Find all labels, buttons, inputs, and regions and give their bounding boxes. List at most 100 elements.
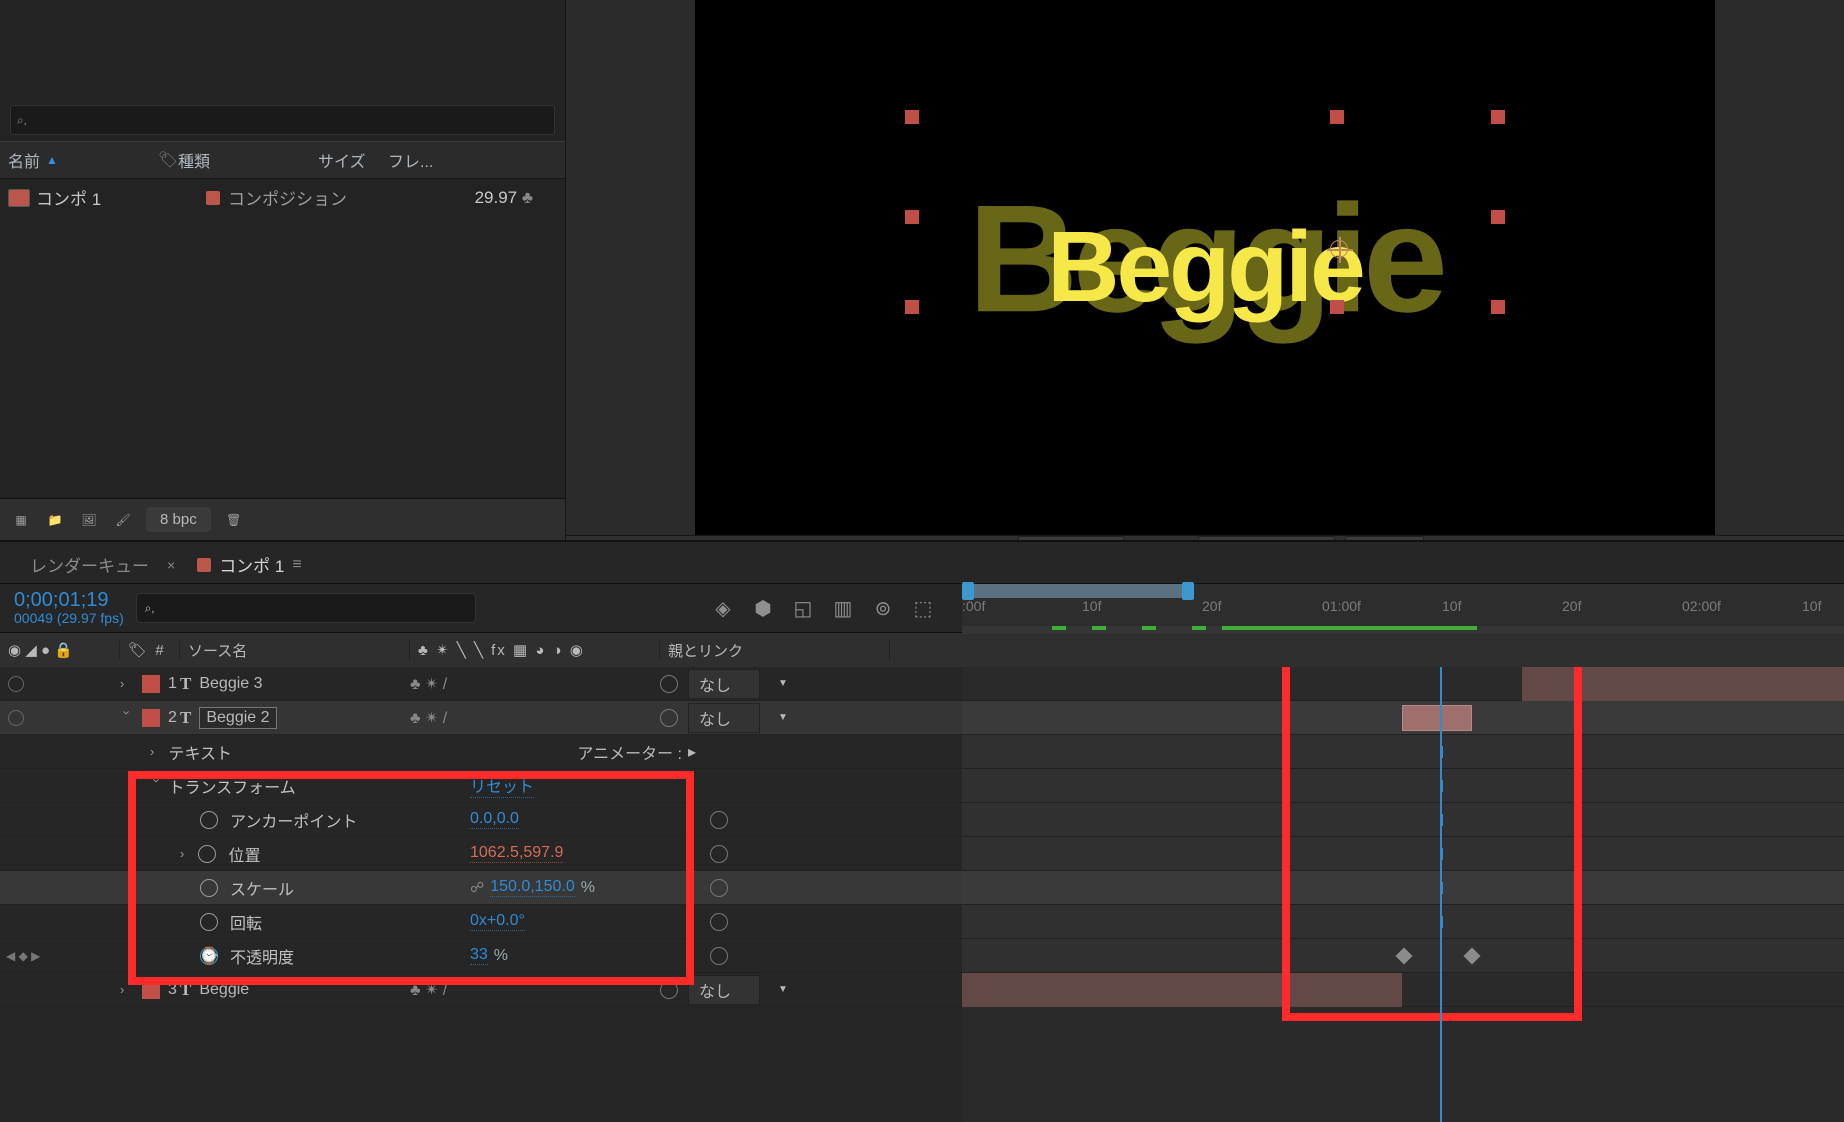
track-scale[interactable] [962, 871, 1844, 905]
keyframe[interactable] [1396, 948, 1413, 965]
track-opacity[interactable] [962, 939, 1844, 973]
frame-blend-icon[interactable]: ▥ [830, 595, 856, 621]
eye-icon[interactable] [8, 710, 24, 726]
prop-rotation[interactable]: 回転 0x+0.0° [0, 905, 962, 939]
track-text[interactable] [962, 735, 1844, 769]
reset-button[interactable]: リセット [470, 773, 534, 798]
handle-mr[interactable] [1491, 210, 1505, 224]
track-layer-2[interactable] [962, 701, 1844, 735]
col-type[interactable]: 種類 [178, 148, 318, 172]
eye-icon[interactable] [8, 676, 24, 692]
track-transform[interactable] [962, 769, 1844, 803]
col-framerate[interactable]: フレ... [388, 148, 557, 172]
pickwhip-icon[interactable] [660, 675, 678, 693]
track-area[interactable]: ➤ [962, 667, 1844, 1122]
pickwhip-icon[interactable] [710, 811, 728, 829]
project-search[interactable]: ⌕‚ [10, 105, 555, 135]
handle-tl[interactable] [905, 110, 919, 124]
position-value[interactable]: 1062.5,597.9 [470, 844, 563, 863]
stopwatch-icon[interactable] [198, 845, 216, 863]
layer-color-chip[interactable] [142, 675, 160, 693]
prop-transform-group[interactable]: › トランスフォーム リセット [0, 769, 962, 803]
keyframe-nav[interactable]: ◀ ◆ ▶ [6, 949, 40, 963]
twirl-icon[interactable]: › [180, 846, 194, 861]
prop-scale[interactable]: スケール ☍150.0,150.0% [0, 871, 962, 905]
trash-icon[interactable]: 🗑 [223, 509, 245, 531]
stopwatch-icon[interactable] [200, 811, 218, 829]
track-rotation[interactable] [962, 905, 1844, 939]
new-comp-icon[interactable]: 🖼 [78, 509, 100, 531]
parent-dropdown[interactable]: なし [688, 669, 760, 699]
timeline-search[interactable]: ⌕‚ [136, 593, 476, 623]
layer-color-chip[interactable] [142, 709, 160, 727]
layer-3[interactable]: ›3 TBeggie ♣ ✴ / なし▼ [0, 973, 962, 1007]
pickwhip-icon[interactable] [660, 981, 678, 999]
layer-name-input[interactable]: Beggie 2 [199, 707, 276, 729]
stopwatch-icon[interactable] [200, 879, 218, 897]
tab-render-queue[interactable]: レンダーキュー [30, 552, 149, 577]
prop-position[interactable]: › 位置 1062.5,597.9 [0, 837, 962, 871]
tab-comp[interactable]: コンポ 1 ≡ [197, 552, 302, 577]
handle-tr[interactable] [1491, 110, 1505, 124]
track-layer-3[interactable] [962, 973, 1844, 1007]
opacity-value[interactable]: 33 [470, 946, 488, 965]
parent-dropdown[interactable]: なし [688, 975, 760, 1005]
col-av[interactable]: ◉ ◢ ● 🔒 [0, 641, 120, 659]
motion-blur-icon[interactable]: ⊚ [870, 595, 896, 621]
twirl-icon[interactable]: › [120, 711, 135, 725]
clip[interactable] [962, 973, 1402, 1007]
viewer-canvas[interactable]: Beggie Beggie [566, 0, 1844, 535]
pickwhip-icon[interactable] [710, 947, 728, 965]
handle-ml[interactable] [905, 210, 919, 224]
col-switches[interactable]: ♣ ✴ ╲ ╲ fx ▦ ◕ ◑ ◉ [410, 641, 660, 659]
parent-dropdown[interactable]: なし [688, 703, 760, 733]
col-name[interactable]: 名前 ▲ 🏷 [8, 148, 178, 172]
draft3d-icon[interactable]: ⬢ [750, 595, 776, 621]
prop-opacity[interactable]: ◀ ◆ ▶ ⌚不透明度 33% [0, 939, 962, 973]
keyframe[interactable] [1464, 948, 1481, 965]
clip[interactable] [1522, 667, 1844, 701]
comp-mini-icon[interactable]: ◈ [710, 595, 736, 621]
hide-shy-icon[interactable]: ◱ [790, 595, 816, 621]
pickwhip-icon[interactable] [710, 845, 728, 863]
tab-menu-icon[interactable]: ≡ [292, 556, 301, 574]
layer-1[interactable]: ›1 TBeggie 3 ♣ ✴ / なし▼ [0, 667, 962, 701]
twirl-icon[interactable]: › [120, 982, 134, 997]
prop-text-group[interactable]: › テキスト アニメーター :▸ [0, 735, 962, 769]
pickwhip-icon[interactable] [710, 879, 728, 897]
adjust-icon[interactable]: 🖌 [112, 509, 134, 531]
col-parent[interactable]: 親とリンク [660, 640, 890, 661]
project-item[interactable]: コンポ 1 コンポジション 29.97 ♣ [0, 179, 565, 216]
stopwatch-icon[interactable]: ⌚ [200, 947, 218, 965]
rotation-value[interactable]: 0x+0.0° [470, 912, 525, 931]
track-position[interactable] [962, 837, 1844, 871]
handle-bm[interactable] [1330, 300, 1344, 314]
time-ruler[interactable]: :00f 10f 20f 01:00f 10f 20f 02:00f 10f 2… [962, 584, 1844, 634]
graph-icon[interactable]: ⬚ [910, 595, 936, 621]
track-layer-1[interactable] [962, 667, 1844, 701]
clip[interactable] [1402, 705, 1472, 731]
twirl-icon[interactable]: › [120, 676, 134, 691]
tab-close-icon[interactable]: × [167, 557, 175, 573]
prop-anchor[interactable]: アンカーポイント 0.0,0.0 [0, 803, 962, 837]
front-text-layer[interactable]: Beggie [1047, 210, 1362, 325]
pickwhip-icon[interactable] [660, 709, 678, 727]
handle-br[interactable] [1491, 300, 1505, 314]
col-size[interactable]: サイズ [318, 148, 388, 172]
bpc-toggle[interactable]: 8 bpc [146, 507, 211, 532]
scale-value[interactable]: 150.0,150.0 [490, 878, 575, 897]
col-color-hash[interactable]: 🏷 # [120, 641, 180, 659]
interpret-icon[interactable]: ▦ [10, 509, 32, 531]
add-animator-icon[interactable]: ▸ [688, 742, 696, 762]
layer-color-chip[interactable] [142, 981, 160, 999]
anchor-point-icon[interactable] [1330, 240, 1348, 258]
handle-tm[interactable] [1330, 110, 1344, 124]
composition-canvas[interactable]: Beggie Beggie [695, 0, 1715, 535]
folder-icon[interactable]: 📁 [44, 509, 66, 531]
cti[interactable] [1440, 667, 1442, 1122]
col-source-name[interactable]: ソース名 [180, 640, 410, 661]
stopwatch-icon[interactable] [200, 913, 218, 931]
pickwhip-icon[interactable] [710, 913, 728, 931]
handle-bl[interactable] [905, 300, 919, 314]
track-anchor[interactable] [962, 803, 1844, 837]
